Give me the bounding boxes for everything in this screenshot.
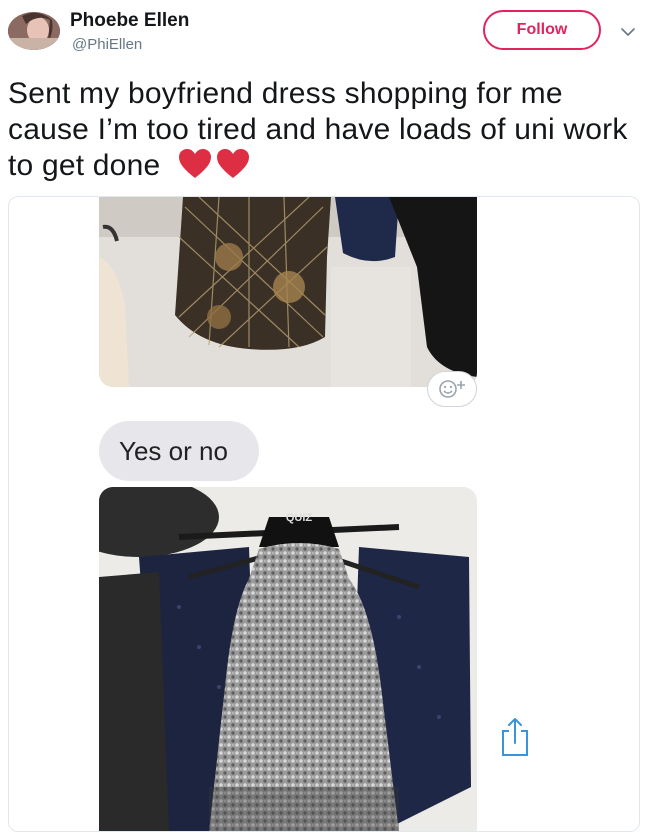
author-name[interactable]: Phoebe Ellen <box>70 10 189 32</box>
chevron-down-icon[interactable] <box>620 24 636 40</box>
heart-icon <box>216 149 249 178</box>
dress-photo-1[interactable] <box>99 197 477 387</box>
tweet-body: Sent my boyfriend dress shopping for me … <box>8 77 628 182</box>
add-reaction-icon[interactable] <box>427 371 477 407</box>
share-icon[interactable] <box>499 715 531 759</box>
tweet-header: Phoebe Ellen @PhiEllen Follow <box>0 0 650 70</box>
author-handle[interactable]: @PhiEllen <box>72 36 142 53</box>
hanger-logo: QUIZ <box>286 512 313 524</box>
tweet-text: Sent my boyfriend dress shopping for me … <box>8 76 638 184</box>
avatar[interactable] <box>8 12 60 50</box>
dress-photo-2[interactable]: QUIZ <box>99 487 477 831</box>
tweet-media[interactable]: Yes or no QUIZ <box>8 196 640 832</box>
follow-button[interactable]: Follow <box>483 10 601 50</box>
message-bubble: Yes or no <box>99 421 259 481</box>
heart-icon <box>178 149 211 178</box>
